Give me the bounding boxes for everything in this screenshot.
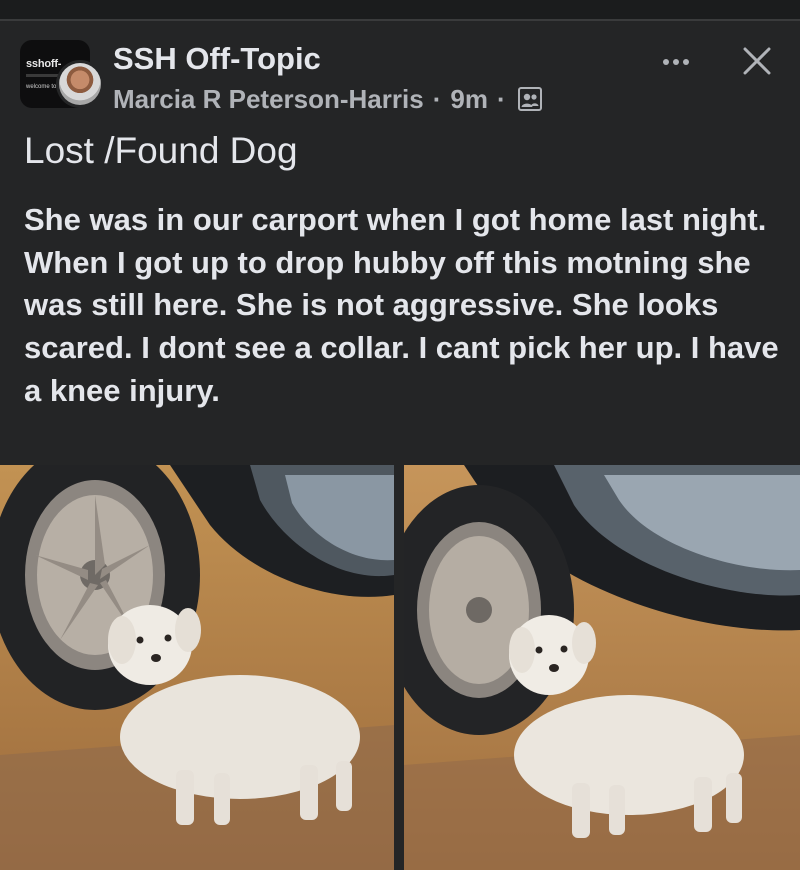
author-name-link[interactable]: Marcia R Peterson-Harris [113, 84, 424, 115]
meta-separator: · [432, 83, 442, 114]
post-meta: Marcia R Peterson-Harris · 9m · [113, 83, 543, 115]
status-bar-strip [0, 0, 800, 19]
group-avatar-brand: sshoff- [26, 58, 62, 70]
post-time-link[interactable]: 9m [450, 84, 488, 115]
meta-separator: · [496, 83, 506, 114]
photo-dog-1[interactable] [0, 465, 394, 870]
post-body-text: She was in our carport when I got home l… [24, 202, 779, 408]
close-icon[interactable] [740, 44, 774, 78]
members-icon[interactable] [517, 86, 543, 112]
photo-dog-2[interactable] [404, 465, 800, 870]
group-avatar-tagline: welcome to t [26, 84, 60, 90]
dog-photo-image [404, 465, 800, 870]
dog-photo-image [0, 465, 394, 870]
divider [0, 19, 800, 21]
group-name-link[interactable]: SSH Off-Topic [113, 41, 321, 77]
more-horizontal-icon[interactable] [658, 52, 694, 72]
author-avatar-photo [59, 63, 101, 105]
author-avatar[interactable] [56, 60, 104, 108]
post-title: Lost /Found Dog [24, 130, 298, 171]
